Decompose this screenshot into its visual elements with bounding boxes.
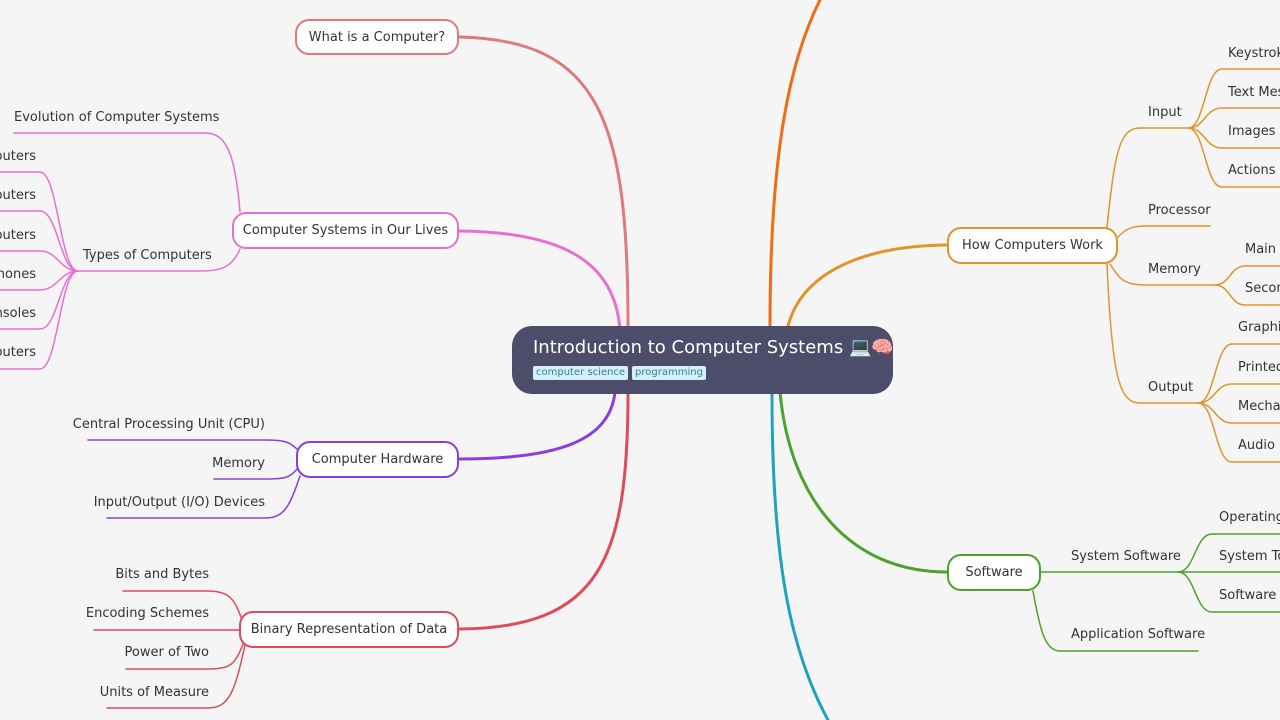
link-lives: [457, 229, 622, 332]
leaf-printed[interactable]: Printed: [1238, 360, 1280, 376]
link-how-work: [786, 243, 949, 328]
node-computer-systems-in-our-lives[interactable]: Computer Systems in Our Lives: [232, 212, 459, 249]
leaf-operating-systems[interactable]: Operating: [1219, 510, 1280, 526]
leaf-main-memory[interactable]: Main M: [1245, 242, 1280, 258]
leaf-encoding-schemes[interactable]: Encoding Schemes: [86, 606, 209, 622]
node-how-computers-work[interactable]: How Computers Work: [947, 227, 1118, 264]
link-software: [778, 390, 949, 574]
node-memory-right[interactable]: Memory: [1148, 262, 1201, 278]
node-input[interactable]: Input: [1148, 105, 1182, 121]
leaf-type-computer-6[interactable]: puters: [0, 345, 36, 361]
node-output[interactable]: Output: [1148, 380, 1193, 396]
leaf-type-smartphones[interactable]: hones: [0, 267, 36, 283]
leaf-images[interactable]: Images: [1228, 124, 1276, 140]
tag-computer-science[interactable]: computer science: [533, 366, 629, 380]
node-binary-representation[interactable]: Binary Representation of Data: [239, 611, 459, 648]
leaf-cpu[interactable]: Central Processing Unit (CPU): [73, 417, 265, 433]
node-what-is-a-computer[interactable]: What is a Computer?: [295, 19, 459, 55]
leaf-units-of-measure[interactable]: Units of Measure: [100, 685, 209, 701]
link-processor: [1117, 225, 1211, 238]
leaf-mechanical[interactable]: Mechan: [1238, 399, 1280, 415]
tag-programming[interactable]: programming: [632, 366, 706, 380]
leaf-io-devices[interactable]: Input/Output (I/O) Devices: [94, 495, 265, 511]
leaf-evolution-of-computer-systems[interactable]: Evolution of Computer Systems: [14, 110, 219, 126]
leaf-application-software[interactable]: Application Software: [1071, 627, 1205, 643]
leaf-type-computer-2[interactable]: puters: [0, 188, 36, 204]
mindmap-canvas: Introduction to Computer Systems 💻🧠 comp…: [0, 0, 1280, 720]
node-system-software[interactable]: System Software: [1071, 549, 1181, 565]
root-node[interactable]: Introduction to Computer Systems 💻🧠 comp…: [512, 326, 894, 394]
leaf-text-messages[interactable]: Text Mes: [1228, 85, 1280, 101]
leaf-bits-and-bytes[interactable]: Bits and Bytes: [115, 567, 209, 583]
node-software[interactable]: Software: [947, 554, 1041, 591]
link-what-is: [457, 35, 630, 328]
node-types-of-computers[interactable]: Types of Computers: [83, 248, 212, 264]
link-type-1: [0, 171, 79, 272]
leaf-audio[interactable]: Audio C: [1238, 438, 1280, 454]
leaf-software-development[interactable]: Software D: [1219, 588, 1280, 604]
link-hardware: [457, 390, 617, 461]
root-title: Introduction to Computer Systems 💻🧠: [533, 337, 894, 358]
leaf-keystrokes[interactable]: Keystrok: [1228, 46, 1280, 62]
node-computer-hardware[interactable]: Computer Hardware: [296, 441, 459, 478]
leaf-power-of-two[interactable]: Power of Two: [125, 645, 209, 661]
leaf-actions[interactable]: Actions: [1228, 163, 1276, 179]
link-cpu: [87, 439, 299, 451]
leaf-type-computer-3[interactable]: puters: [0, 228, 36, 244]
leaf-graphics[interactable]: Graphi: [1238, 320, 1280, 336]
link-evolution: [13, 132, 241, 213]
link-binary: [457, 390, 630, 631]
leaf-type-computer-1[interactable]: puters: [0, 149, 36, 165]
leaf-system-tools[interactable]: System To: [1219, 549, 1280, 565]
leaf-memory[interactable]: Memory: [212, 456, 265, 472]
leaf-processor[interactable]: Processor: [1148, 203, 1211, 219]
leaf-type-game-consoles[interactable]: nsoles: [0, 306, 36, 322]
leaf-secondary-memory[interactable]: Secon: [1245, 281, 1280, 297]
root-tags: computer science programming: [533, 366, 873, 380]
link-top-right: [768, 0, 822, 328]
link-bottom-right: [770, 392, 830, 720]
